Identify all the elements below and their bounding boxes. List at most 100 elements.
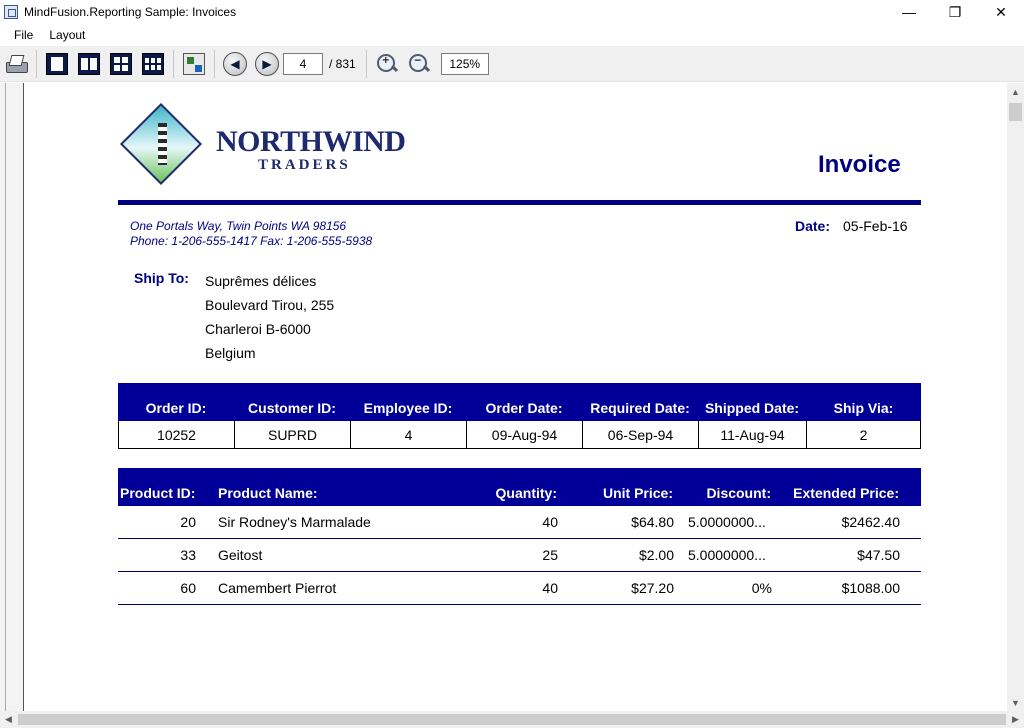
column-header: Ship Via: [833,400,894,416]
table-row: 33 Geitost 25 $2.00 5.0000000... $47.50 [118,539,921,572]
toolbar-separator [214,49,215,78]
document-map-icon [183,52,205,75]
toolbar: ◀ ▶ 4 / 831 + − 125% [0,46,1024,82]
scroll-left-icon[interactable]: ◀ [0,711,17,728]
discount: 0% [751,580,772,596]
scroll-up-icon[interactable]: ▲ [1007,83,1024,100]
column-header: Product ID: [120,485,196,501]
product-table-header: Product ID: Product Name: Quantity: Unit… [118,468,921,506]
zoom-out-button[interactable]: − [405,50,433,78]
table-row: 60 Camembert Pierrot 40 $27.20 0% $1088.… [118,572,921,605]
toolbar-separator [36,49,37,78]
toolbar-separator [173,49,174,78]
column-header: Order ID: [145,400,207,416]
date-label: Date: [795,218,831,234]
close-button[interactable]: ✕ [978,0,1024,24]
order-table-header: Order ID: Customer ID: Employee ID: Orde… [118,383,921,421]
print-button[interactable] [2,50,30,78]
product-id: 33 [180,547,196,563]
quantity: 40 [542,580,558,596]
northwind-logo: NORTHWIND TRADERS [119,102,406,195]
table-cell: 09-Aug-94 [467,421,583,448]
previous-page-button[interactable]: ◀ [221,50,249,78]
column-header: Extended Price: [793,485,899,501]
toolbar-separator [365,49,367,78]
ship-to-name: Suprêmes délices [205,273,317,289]
unit-price: $64.80 [631,514,674,530]
page-total: / 831 [329,56,356,71]
invoice-title: Invoice [818,151,901,178]
table-cell: 10252 [119,421,235,448]
four-pages-icon [110,52,132,75]
zoom-in-icon: + [375,52,399,76]
product-name: Sir Rodney's Marmalade [218,514,371,530]
page-number-input[interactable]: 4 [283,52,323,75]
quantity: 40 [542,514,558,530]
date-value: 05-Feb-16 [843,218,908,234]
column-header: Unit Price: [602,485,673,501]
menu-layout[interactable]: Layout [41,28,93,42]
discount: 5.0000000... [688,547,766,563]
four-pages-button[interactable] [107,50,135,78]
column-header: Product Name: [218,485,318,501]
invoice-page: NORTHWIND TRADERS Invoice One Portals Wa… [0,83,1007,711]
scroll-down-icon[interactable]: ▼ [1007,694,1024,711]
arrow-left-icon: ◀ [223,51,247,76]
window-title: MindFusion.Reporting Sample: Invoices [24,5,237,19]
vertical-scrollbar[interactable]: ▲ ▼ [1007,83,1024,711]
six-pages-icon [142,52,164,75]
two-pages-icon [78,52,100,75]
zoom-in-glyph: + [382,52,390,67]
table-row: 20 Sir Rodney's Marmalade 40 $64.80 5.00… [118,506,921,539]
lighthouse-tower-icon [158,123,167,165]
arrow-right-icon: ▶ [255,51,279,76]
printer-icon [4,54,28,74]
zoom-in-button[interactable]: + [373,50,401,78]
column-header: Customer ID: [248,400,336,416]
single-page-icon [46,52,68,75]
order-table-row: 10252 SUPRD 4 09-Aug-94 06-Sep-94 11-Aug… [118,421,921,449]
company-address-line: One Portals Way, Twin Points WA 98156 [130,219,347,233]
extended-price: $1088.00 [841,580,900,596]
title-bar: MindFusion.Reporting Sample: Invoices — … [0,0,1024,24]
menu-bar: File Layout [0,24,1024,46]
horizontal-scroll-thumb[interactable] [18,714,1006,725]
quantity: 25 [542,547,558,563]
vertical-scroll-thumb[interactable] [1009,103,1022,121]
column-header: Required Date: [590,400,690,416]
zoom-level-field[interactable]: 125% [440,52,489,75]
next-page-button[interactable]: ▶ [253,50,281,78]
company-phone-line: Phone: 1-206-555-1417 Fax: 1-206-555-593… [130,234,373,248]
company-address: One Portals Way, Twin Points WA 98156 Ph… [130,219,372,249]
extended-price: $47.50 [857,547,900,563]
column-header: Shipped Date: [704,400,800,416]
maximize-button[interactable]: ❐ [932,0,978,24]
document-map-button[interactable] [180,50,208,78]
header-divider [118,200,921,205]
single-page-button[interactable] [43,50,71,78]
two-pages-button[interactable] [75,50,103,78]
zoom-out-icon: − [407,52,431,76]
logo-subtitle: TRADERS [258,157,351,173]
column-header: Discount: [706,485,771,501]
table-cell: 06-Sep-94 [583,421,699,448]
column-header: Employee ID: [363,400,453,416]
extended-price: $2462.40 [841,514,900,530]
ship-to-label: Ship To: [134,270,189,286]
discount: 5.0000000... [688,514,766,530]
table-cell: 2 [859,426,868,443]
window-controls: — ❐ ✕ [886,0,1024,24]
column-header: Quantity: [495,485,557,501]
unit-price: $2.00 [638,547,674,563]
unit-price: $27.20 [631,580,674,596]
ship-to-address: Suprêmes délices Boulevard Tirou, 255 Ch… [205,269,334,365]
report-viewer: NORTHWIND TRADERS Invoice One Portals Wa… [0,83,1024,728]
menu-file[interactable]: File [6,28,41,42]
six-pages-button[interactable] [139,50,167,78]
horizontal-scrollbar[interactable]: ◀ ▶ [0,711,1024,728]
ship-to-street: Boulevard Tirou, 255 [205,297,335,313]
product-name: Camembert Pierrot [218,580,337,596]
product-id: 60 [180,580,196,596]
minimize-button[interactable]: — [886,0,932,24]
scroll-right-icon[interactable]: ▶ [1007,711,1024,728]
